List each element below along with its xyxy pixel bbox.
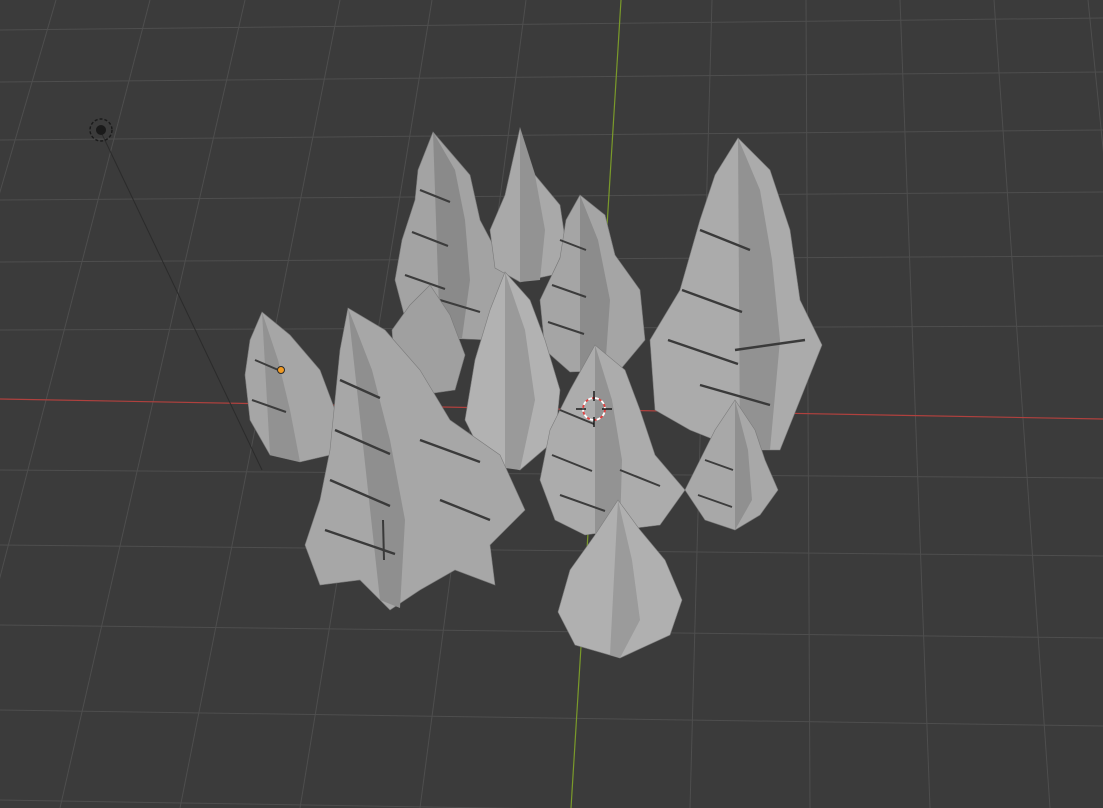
3d-viewport[interactable] — [0, 0, 1103, 808]
origin-dot-icon[interactable] — [277, 366, 285, 374]
